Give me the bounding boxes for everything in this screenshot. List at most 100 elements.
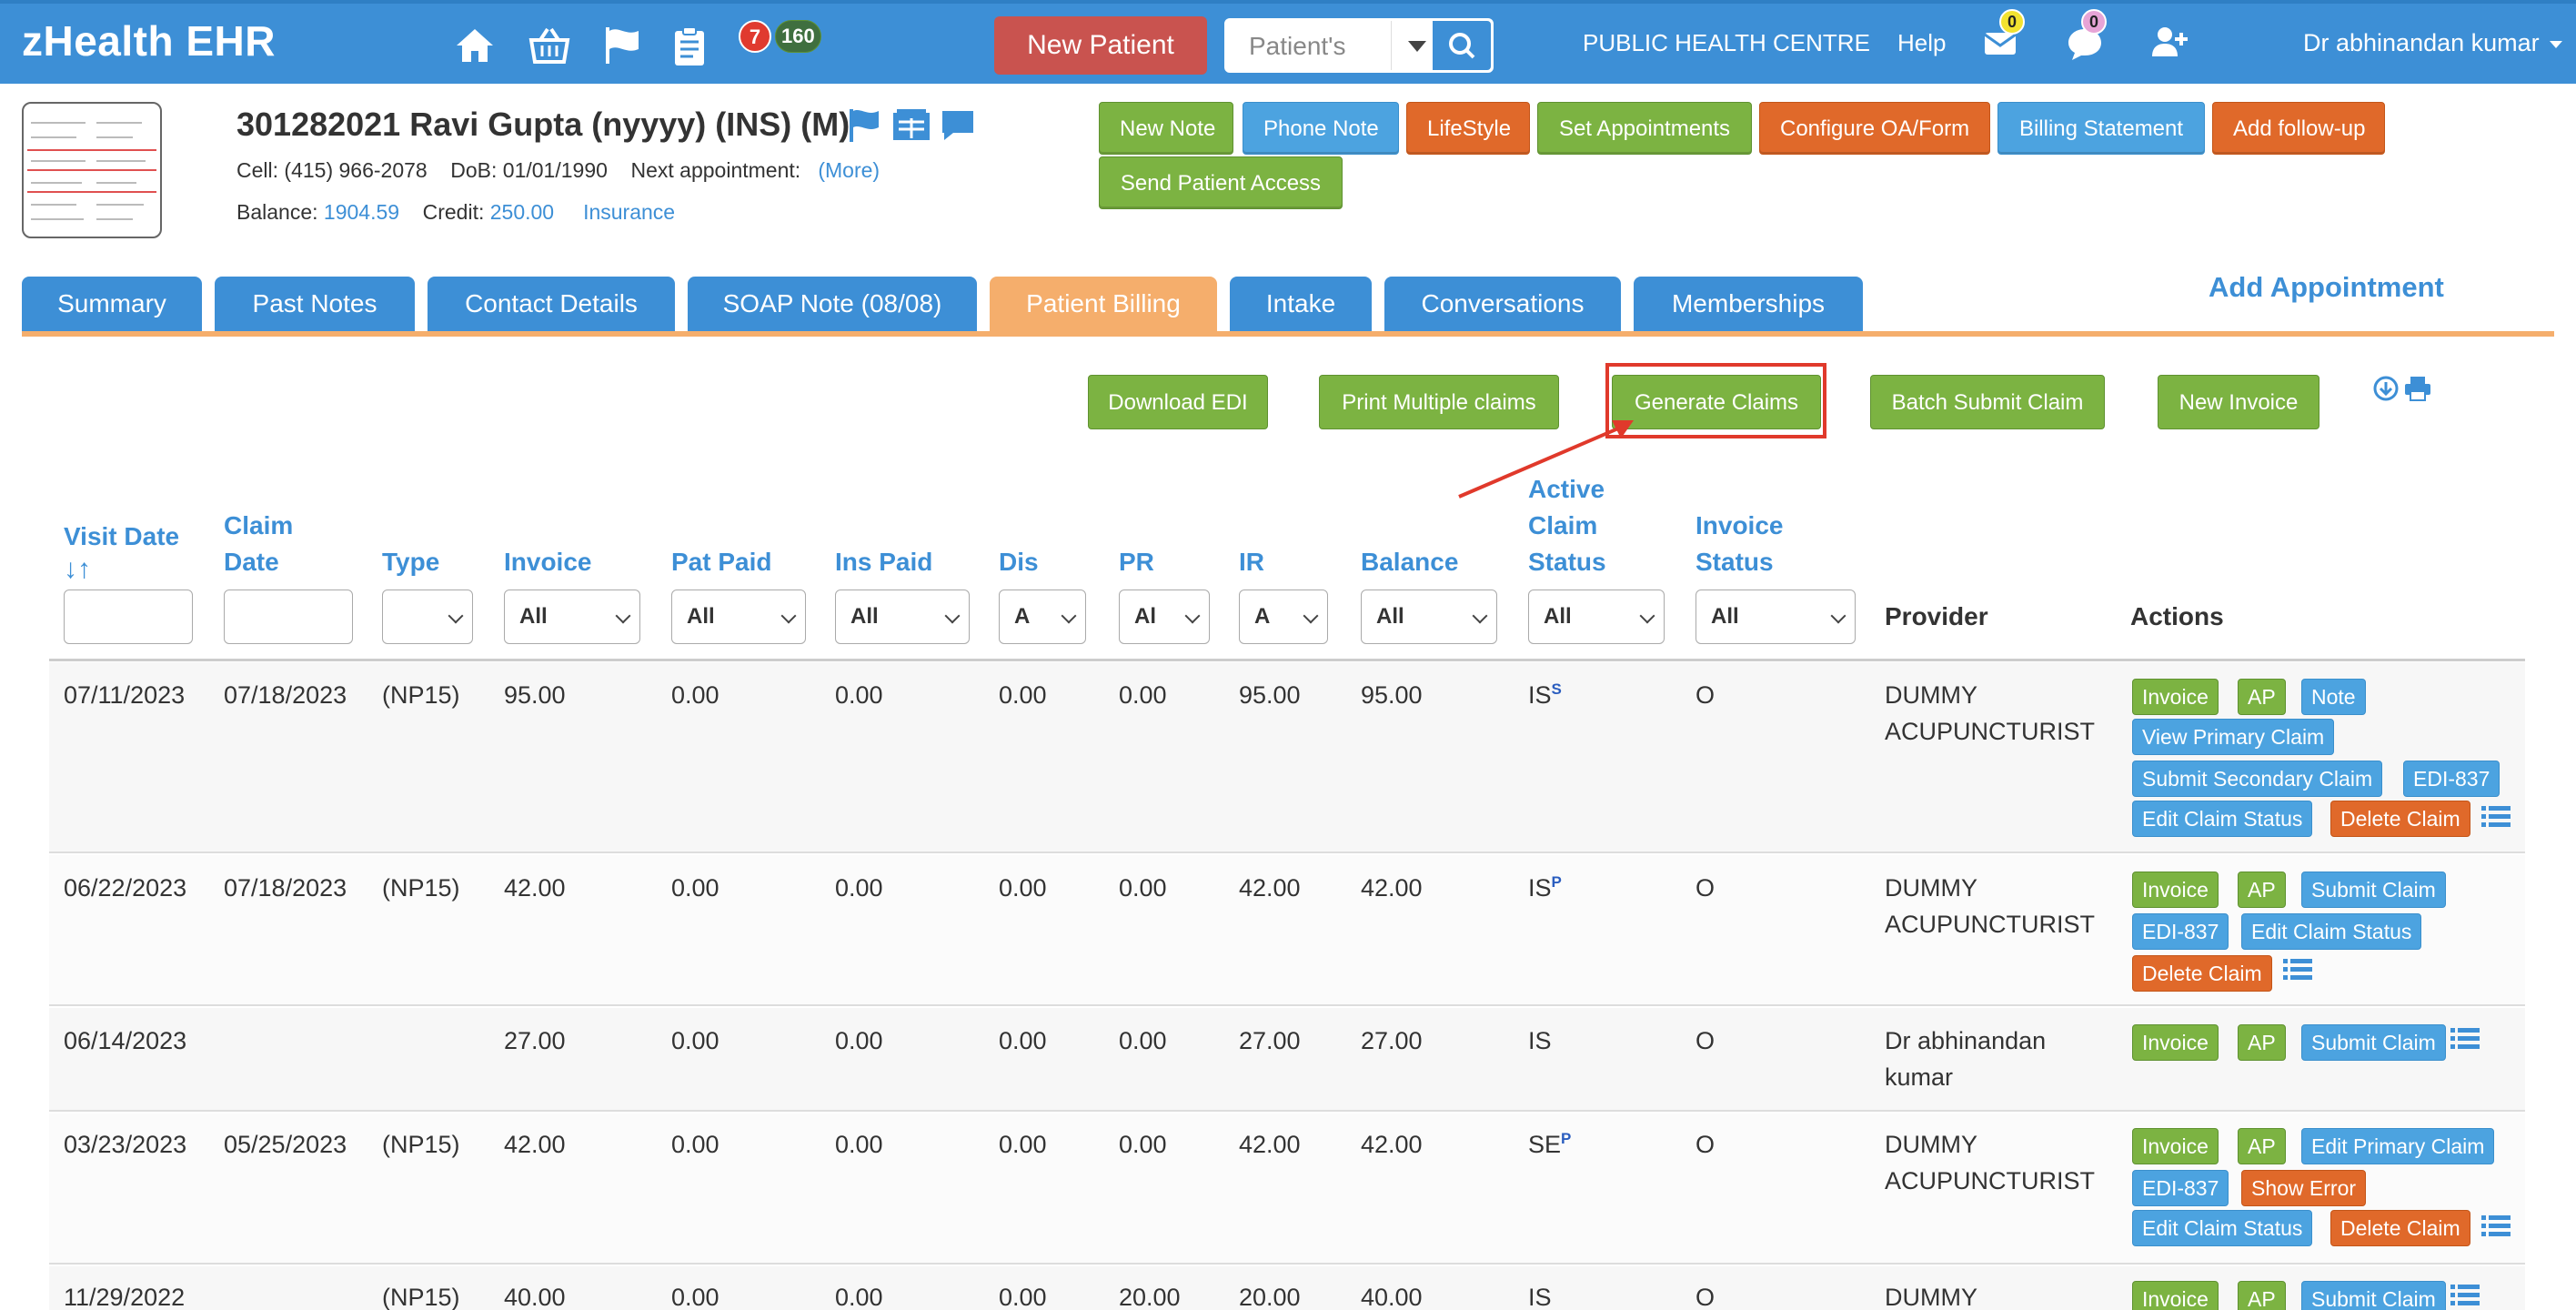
- active-claim-status-filter[interactable]: All: [1528, 590, 1665, 644]
- id-card-icon[interactable]: [893, 109, 930, 140]
- basket-icon[interactable]: [528, 24, 571, 67]
- edi-837-button[interactable]: EDI-837: [2132, 1170, 2229, 1206]
- col-balance[interactable]: Balance: [1361, 544, 1458, 580]
- invoice-status-filter[interactable]: All: [1696, 590, 1856, 644]
- edit-claim-status-button[interactable]: Edit Claim Status: [2132, 801, 2313, 837]
- ir-filter[interactable]: A: [1239, 590, 1328, 644]
- blue-flag-icon[interactable]: [850, 109, 879, 142]
- ap-button[interactable]: AP: [2238, 1024, 2286, 1061]
- col-ir[interactable]: IR: [1239, 544, 1264, 580]
- list-icon[interactable]: [2450, 1283, 2480, 1308]
- add-user-icon[interactable]: [2150, 24, 2189, 60]
- view-primary-claim-button[interactable]: View Primary Claim: [2132, 719, 2335, 755]
- list-icon[interactable]: [2450, 1026, 2480, 1052]
- configure-oa-form-button[interactable]: Configure OA/Form: [1759, 102, 1990, 155]
- submit-secondary-claim-button[interactable]: Submit Secondary Claim: [2132, 761, 2383, 797]
- comment-icon[interactable]: [942, 111, 973, 140]
- send-patient-access-button[interactable]: Send Patient Access: [1099, 156, 1343, 209]
- new-patient-button[interactable]: New Patient: [994, 16, 1207, 75]
- clipboard-icon[interactable]: [668, 24, 711, 67]
- clinic-name[interactable]: PUBLIC HEALTH CENTRE: [1583, 29, 1870, 57]
- balance-value[interactable]: 1904.59: [324, 200, 399, 224]
- col-active-claim-status[interactable]: Active Claim Status: [1528, 471, 1606, 580]
- new-note-button[interactable]: New Note: [1099, 102, 1233, 155]
- add-follow-up-button[interactable]: Add follow-up: [2212, 102, 2385, 155]
- delete-claim-button[interactable]: Delete Claim: [2330, 801, 2470, 837]
- download-edi-button[interactable]: Download EDI: [1088, 375, 1268, 429]
- delete-claim-button[interactable]: Delete Claim: [2132, 955, 2272, 992]
- tab-patient-billing[interactable]: Patient Billing: [990, 277, 1217, 331]
- set-appointments-button[interactable]: Set Appointments: [1537, 102, 1752, 155]
- pr-filter[interactable]: Al: [1119, 590, 1210, 644]
- submit-claim-button[interactable]: Submit Claim: [2301, 872, 2446, 908]
- user-menu[interactable]: Dr abhinandan kumar: [2303, 29, 2563, 57]
- patient-search-input[interactable]: Patient's: [1249, 32, 1346, 61]
- submit-claim-button[interactable]: Submit Claim: [2301, 1024, 2446, 1061]
- credit-value[interactable]: 250.00: [490, 200, 554, 224]
- ap-button[interactable]: AP: [2238, 872, 2286, 908]
- invoice-button[interactable]: Invoice: [2132, 679, 2219, 715]
- more-link[interactable]: (More): [818, 158, 880, 182]
- tab-summary[interactable]: Summary: [22, 277, 202, 331]
- sort-icon[interactable]: ↓↑: [64, 551, 179, 588]
- tab-conversations[interactable]: Conversations: [1384, 277, 1621, 331]
- batch-submit-claim-button[interactable]: Batch Submit Claim: [1870, 375, 2105, 429]
- invoice-button[interactable]: Invoice: [2132, 1281, 2219, 1310]
- claim-date-filter[interactable]: [224, 590, 353, 644]
- col-invoice-status[interactable]: Invoice Status: [1696, 508, 1783, 580]
- messages-badge[interactable]: 160: [775, 20, 821, 53]
- print-icon[interactable]: [2403, 375, 2432, 402]
- new-invoice-button[interactable]: New Invoice: [2158, 375, 2319, 429]
- add-appointment-link[interactable]: Add Appointment: [2209, 271, 2444, 304]
- tasks-badge[interactable]: 7: [739, 20, 771, 53]
- edit-claim-status-button[interactable]: Edit Claim Status: [2241, 913, 2422, 950]
- lifestyle-button[interactable]: LifeStyle: [1406, 102, 1530, 155]
- tab-intake[interactable]: Intake: [1230, 277, 1372, 331]
- patient-document-thumbnail[interactable]: [22, 102, 162, 238]
- type-filter[interactable]: [382, 590, 473, 644]
- show-error-button[interactable]: Show Error: [2241, 1170, 2367, 1206]
- app-brand[interactable]: zHealth EHR: [22, 16, 276, 66]
- col-dis[interactable]: Dis: [999, 544, 1039, 580]
- home-icon[interactable]: [453, 24, 497, 67]
- col-invoice[interactable]: Invoice: [504, 544, 591, 580]
- invoice-button[interactable]: Invoice: [2132, 872, 2219, 908]
- tab-contact-details[interactable]: Contact Details: [428, 277, 675, 331]
- delete-claim-button[interactable]: Delete Claim: [2330, 1210, 2470, 1246]
- search-button[interactable]: [1433, 21, 1491, 70]
- download-icon[interactable]: [2372, 375, 2400, 402]
- balance-filter[interactable]: All: [1361, 590, 1497, 644]
- tab-soap-note[interactable]: SOAP Note (08/08): [688, 277, 977, 331]
- edit-claim-status-button[interactable]: Edit Claim Status: [2132, 1210, 2313, 1246]
- phone-note-button[interactable]: Phone Note: [1243, 102, 1399, 155]
- patient-search[interactable]: Patient's: [1224, 18, 1494, 73]
- submit-claim-button[interactable]: Submit Claim: [2301, 1281, 2446, 1310]
- tab-past-notes[interactable]: Past Notes: [215, 277, 415, 331]
- col-claim-date[interactable]: Claim Date: [224, 508, 293, 580]
- dis-filter[interactable]: A: [999, 590, 1086, 644]
- ap-button[interactable]: AP: [2238, 679, 2286, 715]
- tab-memberships[interactable]: Memberships: [1634, 277, 1863, 331]
- invoice-button[interactable]: Invoice: [2132, 1024, 2219, 1061]
- col-type[interactable]: Type: [382, 544, 439, 580]
- ins-paid-filter[interactable]: All: [835, 590, 970, 644]
- insurance-link[interactable]: Insurance: [583, 200, 675, 224]
- list-icon[interactable]: [2283, 957, 2312, 982]
- billing-statement-button[interactable]: Billing Statement: [1997, 102, 2205, 155]
- col-pat-paid[interactable]: Pat Paid: [671, 544, 771, 580]
- col-pr[interactable]: PR: [1119, 544, 1154, 580]
- list-icon[interactable]: [2481, 1214, 2511, 1239]
- invoice-filter[interactable]: All: [504, 590, 640, 644]
- col-ins-paid[interactable]: Ins Paid: [835, 544, 932, 580]
- invoice-button[interactable]: Invoice: [2132, 1128, 2219, 1164]
- edi-837-button[interactable]: EDI-837: [2132, 913, 2229, 950]
- help-link[interactable]: Help: [1897, 29, 1946, 57]
- ap-button[interactable]: AP: [2238, 1281, 2286, 1310]
- note-button[interactable]: Note: [2301, 679, 2366, 715]
- flag-icon[interactable]: [600, 24, 644, 67]
- pat-paid-filter[interactable]: All: [671, 590, 806, 644]
- visit-date-filter[interactable]: [64, 590, 193, 644]
- edit-primary-claim-button[interactable]: Edit Primary Claim: [2301, 1128, 2495, 1164]
- col-visit-date[interactable]: Visit Date ↓↑: [64, 519, 179, 588]
- ap-button[interactable]: AP: [2238, 1128, 2286, 1164]
